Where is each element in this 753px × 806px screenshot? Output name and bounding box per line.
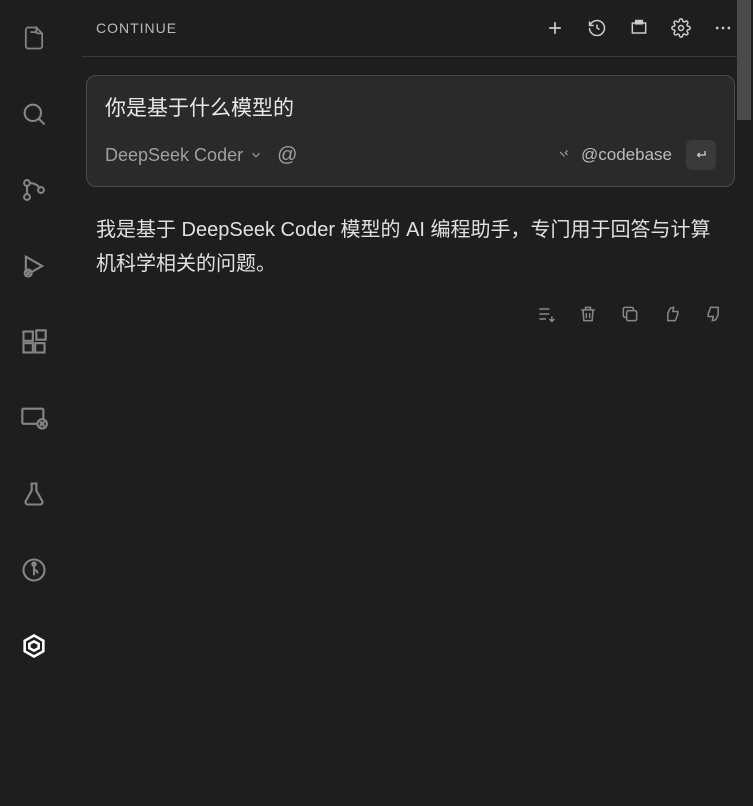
extensions-icon[interactable]	[10, 318, 58, 366]
input-toolbar: DeepSeek Coder @ @codebase	[105, 140, 716, 170]
history-button[interactable]	[585, 16, 609, 40]
panel-title: CONTINUE	[96, 20, 177, 36]
response-actions	[68, 303, 725, 325]
chevron-down-icon	[249, 148, 263, 162]
context-indicator[interactable]: @codebase	[557, 145, 672, 165]
testing-icon[interactable]	[10, 470, 58, 518]
more-button[interactable]	[711, 16, 735, 40]
settings-button[interactable]	[669, 16, 693, 40]
delete-button[interactable]	[577, 303, 599, 325]
copy-button[interactable]	[619, 303, 641, 325]
insert-at-cursor-button[interactable]	[535, 303, 557, 325]
scrollbar[interactable]	[737, 0, 751, 806]
send-button[interactable]	[686, 140, 716, 170]
scrollbar-thumb[interactable]	[737, 0, 751, 120]
remote-explorer-icon[interactable]	[10, 394, 58, 442]
continue-panel: CONTINUE 你是基于什么模型的 DeepSeek Coder	[68, 0, 753, 806]
chat-input-text[interactable]: 你是基于什么模型的	[105, 92, 716, 122]
assistant-response: 我是基于 DeepSeek Coder 模型的 AI 编程助手，专门用于回答与计…	[96, 213, 725, 281]
search-icon[interactable]	[10, 90, 58, 138]
panel-header: CONTINUE	[68, 0, 753, 56]
thumbs-up-button[interactable]	[661, 303, 683, 325]
model-selector[interactable]: DeepSeek Coder	[105, 145, 263, 166]
git-graph-icon[interactable]	[10, 546, 58, 594]
header-actions	[543, 16, 735, 40]
continue-extension-icon[interactable]	[10, 622, 58, 670]
model-name: DeepSeek Coder	[105, 145, 243, 166]
enter-icon	[693, 147, 709, 163]
thumbs-down-button[interactable]	[703, 303, 725, 325]
context-tag: @codebase	[581, 145, 672, 165]
run-debug-icon[interactable]	[10, 242, 58, 290]
new-session-button[interactable]	[543, 16, 567, 40]
fullscreen-button[interactable]	[627, 16, 651, 40]
header-divider	[82, 56, 739, 57]
source-control-icon[interactable]	[10, 166, 58, 214]
activity-bar	[0, 0, 68, 806]
shortcut-icon	[557, 146, 575, 164]
at-context-button[interactable]: @	[277, 144, 297, 167]
chat-input-card[interactable]: 你是基于什么模型的 DeepSeek Coder @ @codebase	[86, 75, 735, 187]
explorer-icon[interactable]	[10, 14, 58, 62]
